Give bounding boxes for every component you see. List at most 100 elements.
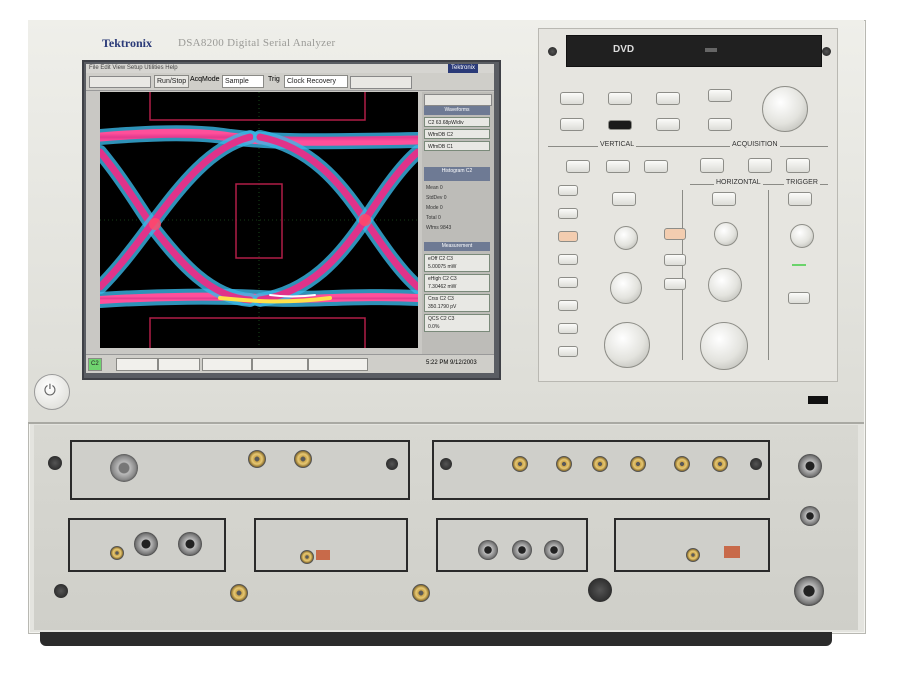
trig-label: Trig [268,76,280,83]
electrical-module [436,518,588,572]
electrical-module [614,518,770,572]
channel-button[interactable] [558,208,578,219]
acquisition-section-title: ACQUISITION [730,141,780,148]
bnc-connector [800,506,820,526]
sma-connector [512,456,528,472]
toolbar-icons[interactable] [89,76,151,88]
hist-line: Mode 0 [426,205,443,211]
menu-button[interactable] [788,192,812,206]
screen-display: File Edit View Setup Utilities Help Tekt… [86,64,494,373]
horizontal-position-knob[interactable] [714,222,738,246]
panel-icons[interactable] [424,94,492,106]
menu-button[interactable] [712,192,736,206]
sma-connector [110,546,124,560]
brand-label: Tektronix [102,36,153,50]
measurement-item[interactable]: Crss C2 C3 350.1790 pV [424,294,490,312]
sma-connector [230,584,248,602]
acquisition-button[interactable] [700,158,724,173]
power-button[interactable]: ⏻ [34,374,70,410]
screw [48,456,62,470]
horizontal-scale-knob[interactable] [700,322,748,370]
run-stop-button[interactable]: Run/Stop [154,75,190,88]
bnc-connector [794,576,824,606]
meas-name: eOff C2 C3 [428,256,453,262]
timestamp: 5:22 PM 9/12/2003 [426,360,477,366]
panel-button[interactable] [608,120,632,130]
channel-button[interactable] [558,185,578,196]
status-field[interactable] [202,358,252,371]
status-field[interactable] [116,358,158,371]
general-purpose-knob[interactable] [762,86,808,132]
trigger-level-knob[interactable] [790,224,814,248]
panel-button[interactable] [560,92,584,105]
hist-line: StdDev 0 [426,195,447,201]
dvd-logo: DVD [613,44,635,55]
acquisition-button[interactable] [748,158,772,173]
acq-mode-select[interactable]: Sample [222,75,264,88]
vertical-scale-knob[interactable] [604,322,650,368]
panel-button[interactable] [664,228,686,240]
channel-button[interactable] [558,277,578,288]
meas-value: 5.00075 mW [428,264,457,270]
eye-diagram-svg [100,92,418,348]
sma-connector [556,456,572,472]
menu-brand: Tektronix [447,64,478,73]
power-icon: ⏻ [44,382,56,399]
optical-input-connector [110,454,138,482]
measurement-item[interactable]: QCS C2 C3 0.0% [424,314,490,332]
sma-connector [294,450,312,468]
measurement-item[interactable]: eOff C2 C3 5.00075 mW [424,254,490,272]
panel-button[interactable] [708,89,732,102]
panel-button[interactable] [664,254,686,266]
toolbar-tools[interactable] [350,76,412,89]
acquisition-button[interactable] [786,158,810,173]
channel-button[interactable] [558,346,578,357]
channel-button[interactable] [558,323,578,334]
menu-items[interactable]: File Edit View Setup Utilities Help [89,65,178,71]
measurement-item[interactable]: eHigh C2 C3 7.30462 mW [424,274,490,292]
channel-button[interactable] [558,254,578,265]
panel-button[interactable] [606,160,630,173]
section-divider [768,190,769,360]
waveforms-header: Waveforms [424,106,490,115]
measurement-header: Measurement [424,242,490,251]
bnc-connector [478,540,498,560]
panel-button[interactable] [708,118,732,131]
status-field[interactable] [158,358,200,371]
clock-recovery-module [432,440,770,500]
channel-indicator[interactable]: C2 [88,358,102,371]
menu-button[interactable] [612,192,636,206]
screw [54,584,68,598]
screw [750,458,762,470]
panel-button[interactable] [566,160,590,173]
panel-button[interactable] [608,92,632,105]
sma-connector [592,456,608,472]
vertical-position-knob[interactable] [610,272,642,304]
trig-select[interactable]: Clock Recovery [284,75,348,88]
resolution-knob[interactable] [708,268,742,302]
panel-button[interactable] [664,278,686,290]
module-label [724,546,740,558]
electrical-module [68,518,226,572]
panel-button[interactable] [656,118,680,131]
module-label [316,550,330,560]
offset-knob[interactable] [614,226,638,250]
channel-button[interactable] [558,231,578,242]
acq-mode-label: AcqMode [190,76,220,83]
panel-button[interactable] [788,292,810,304]
status-field[interactable] [308,358,368,371]
bnc-connector [544,540,564,560]
optical-sampling-module [70,440,410,500]
waveform-item[interactable]: C2 63.68pW/div [424,117,490,127]
side-panel: Waveforms C2 63.68pW/div WfmDB C2 WfmDB … [422,92,494,362]
panel-button[interactable] [560,118,584,131]
status-field[interactable] [252,358,308,371]
panel-button[interactable] [656,92,680,105]
waveform-item[interactable]: WfmDB C1 [424,141,490,151]
panel-button[interactable] [644,160,668,173]
waveform-item[interactable]: WfmDB C2 [424,129,490,139]
menu-bar[interactable]: File Edit View Setup Utilities Help Tekt… [86,64,494,73]
dvd-eject-button[interactable] [705,48,717,52]
screw [548,47,557,56]
channel-button[interactable] [558,300,578,311]
